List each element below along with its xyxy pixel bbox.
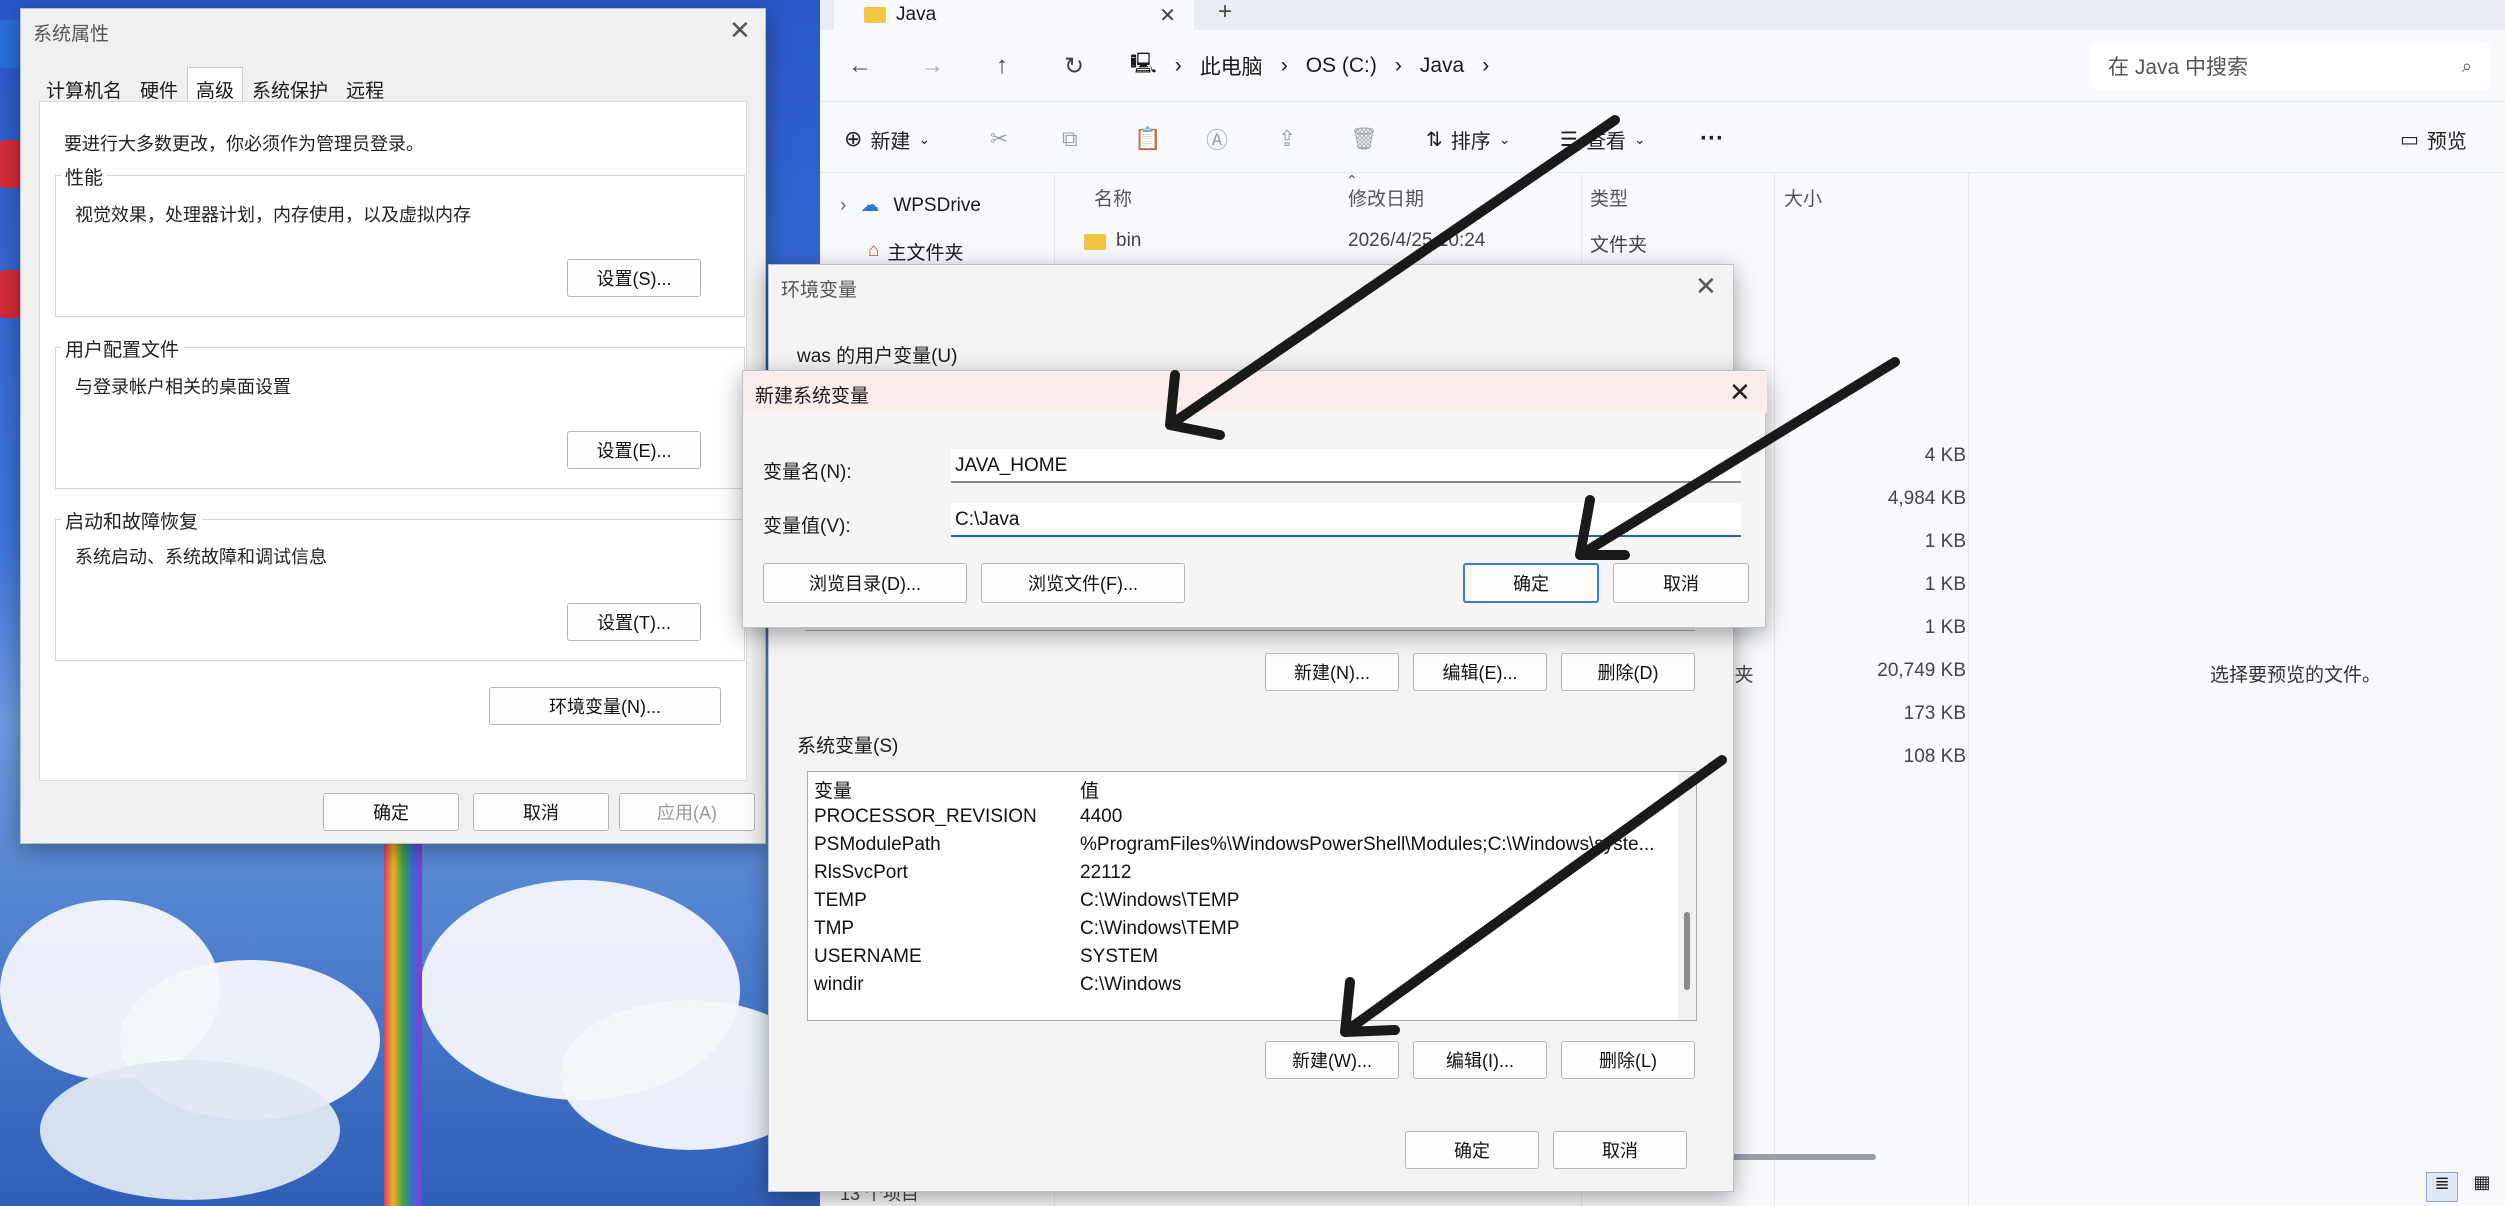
arrow-3 xyxy=(1340,755,1727,1037)
arrow-1 xyxy=(1165,115,1620,440)
arrow-2 xyxy=(1575,357,1900,560)
annotation-arrows xyxy=(1165,115,1900,1037)
